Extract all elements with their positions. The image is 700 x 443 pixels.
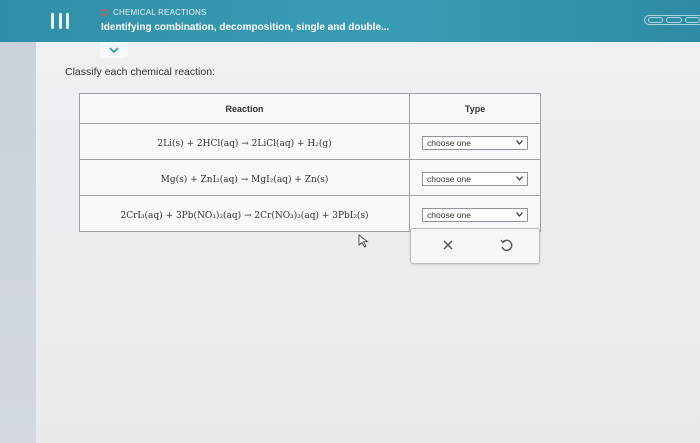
reaction-equation: 2CrI₃(aq) + 3Pb(NO₃)₂(aq) → 2Cr(NO₃)₃(aq… bbox=[120, 210, 369, 221]
undo-button[interactable] bbox=[498, 237, 514, 253]
topic-label: CHEMICAL REACTIONS bbox=[113, 8, 207, 17]
type-select-value: choose one bbox=[427, 209, 471, 220]
chevron-down-icon bbox=[109, 46, 119, 53]
close-icon bbox=[443, 240, 453, 250]
chevron-down-icon bbox=[516, 140, 523, 145]
menu-icon[interactable] bbox=[51, 13, 69, 29]
type-column-header: Type bbox=[409, 93, 541, 124]
reaction-equation: 2Li(s) + 2HCl(aq) → 2LiCl(aq) + H₂(g) bbox=[157, 138, 332, 149]
question-prompt: Classify each chemical reaction: bbox=[65, 66, 215, 78]
table-row: Mg(s) + ZnI₂(aq) → MgI₂(aq) + Zn(s) choo… bbox=[78, 159, 541, 196]
topic-status-icon bbox=[101, 9, 108, 16]
mouse-pointer-icon bbox=[358, 234, 369, 248]
type-select-value: choose one bbox=[427, 137, 471, 148]
type-select[interactable]: choose one bbox=[422, 135, 529, 150]
table-row: 2CrI₃(aq) + 3Pb(NO₃)₂(aq) → 2Cr(NO₃)₃(aq… bbox=[78, 195, 541, 232]
reaction-equation: Mg(s) + ZnI₂(aq) → MgI₂(aq) + Zn(s) bbox=[160, 174, 329, 185]
chevron-down-icon bbox=[516, 212, 523, 217]
topic-row: CHEMICAL REACTIONS bbox=[101, 8, 207, 17]
reaction-column-header: Reaction bbox=[78, 93, 411, 124]
collapse-header-button[interactable] bbox=[100, 42, 128, 58]
type-select-value: choose one bbox=[427, 173, 471, 184]
undo-icon bbox=[500, 239, 513, 252]
chevron-down-icon bbox=[516, 176, 523, 181]
answer-actions-panel bbox=[410, 228, 540, 264]
type-select[interactable]: choose one bbox=[422, 171, 529, 186]
left-rail bbox=[0, 0, 36, 443]
header-bar: CHEMICAL REACTIONS Identifying combinati… bbox=[0, 0, 700, 42]
progress-indicator bbox=[644, 15, 700, 25]
table-row: 2Li(s) + 2HCl(aq) → 2LiCl(aq) + H₂(g) ch… bbox=[78, 123, 541, 160]
page-title: Identifying combination, decomposition, … bbox=[101, 22, 390, 33]
reaction-table: Reaction Type 2Li(s) + 2HCl(aq) → 2LiCl(… bbox=[78, 93, 541, 232]
clear-button[interactable] bbox=[440, 237, 456, 253]
type-select[interactable]: choose one bbox=[422, 207, 529, 222]
